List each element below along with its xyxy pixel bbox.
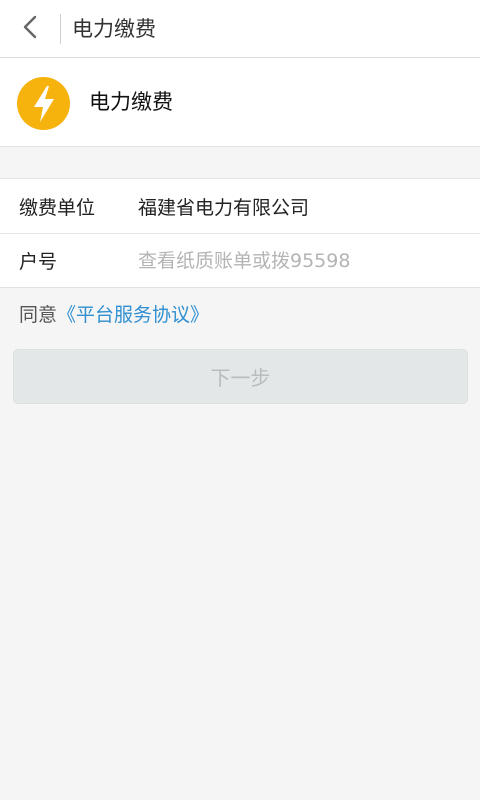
service-name: 电力缴费 <box>89 90 173 114</box>
page-title: 电力缴费 <box>72 17 156 41</box>
lightning-bolt-icon <box>17 77 70 130</box>
title-bar: 电力缴费 <box>0 0 480 58</box>
payment-form: 缴费单位 福建省电力有限公司 户号 <box>0 178 480 288</box>
agreement-prefix: 同意 <box>19 304 58 326</box>
next-step-button[interactable]: 下一步 <box>13 349 468 404</box>
agreement-text: 同意《平台服务协议》 <box>19 300 209 327</box>
unit-label: 缴费单位 <box>19 196 96 219</box>
account-number-input[interactable] <box>138 242 458 280</box>
back-button[interactable] <box>0 0 60 58</box>
unit-value: 福建省电力有限公司 <box>138 196 310 219</box>
service-agreement-link[interactable]: 《平台服务协议》 <box>57 304 209 326</box>
unit-row: 缴费单位 福建省电力有限公司 <box>0 179 480 233</box>
title-divider <box>60 14 61 44</box>
service-header: 电力缴费 <box>0 58 480 147</box>
account-label: 户号 <box>19 251 58 273</box>
account-row: 户号 <box>0 233 480 287</box>
chevron-left-icon <box>22 14 38 44</box>
